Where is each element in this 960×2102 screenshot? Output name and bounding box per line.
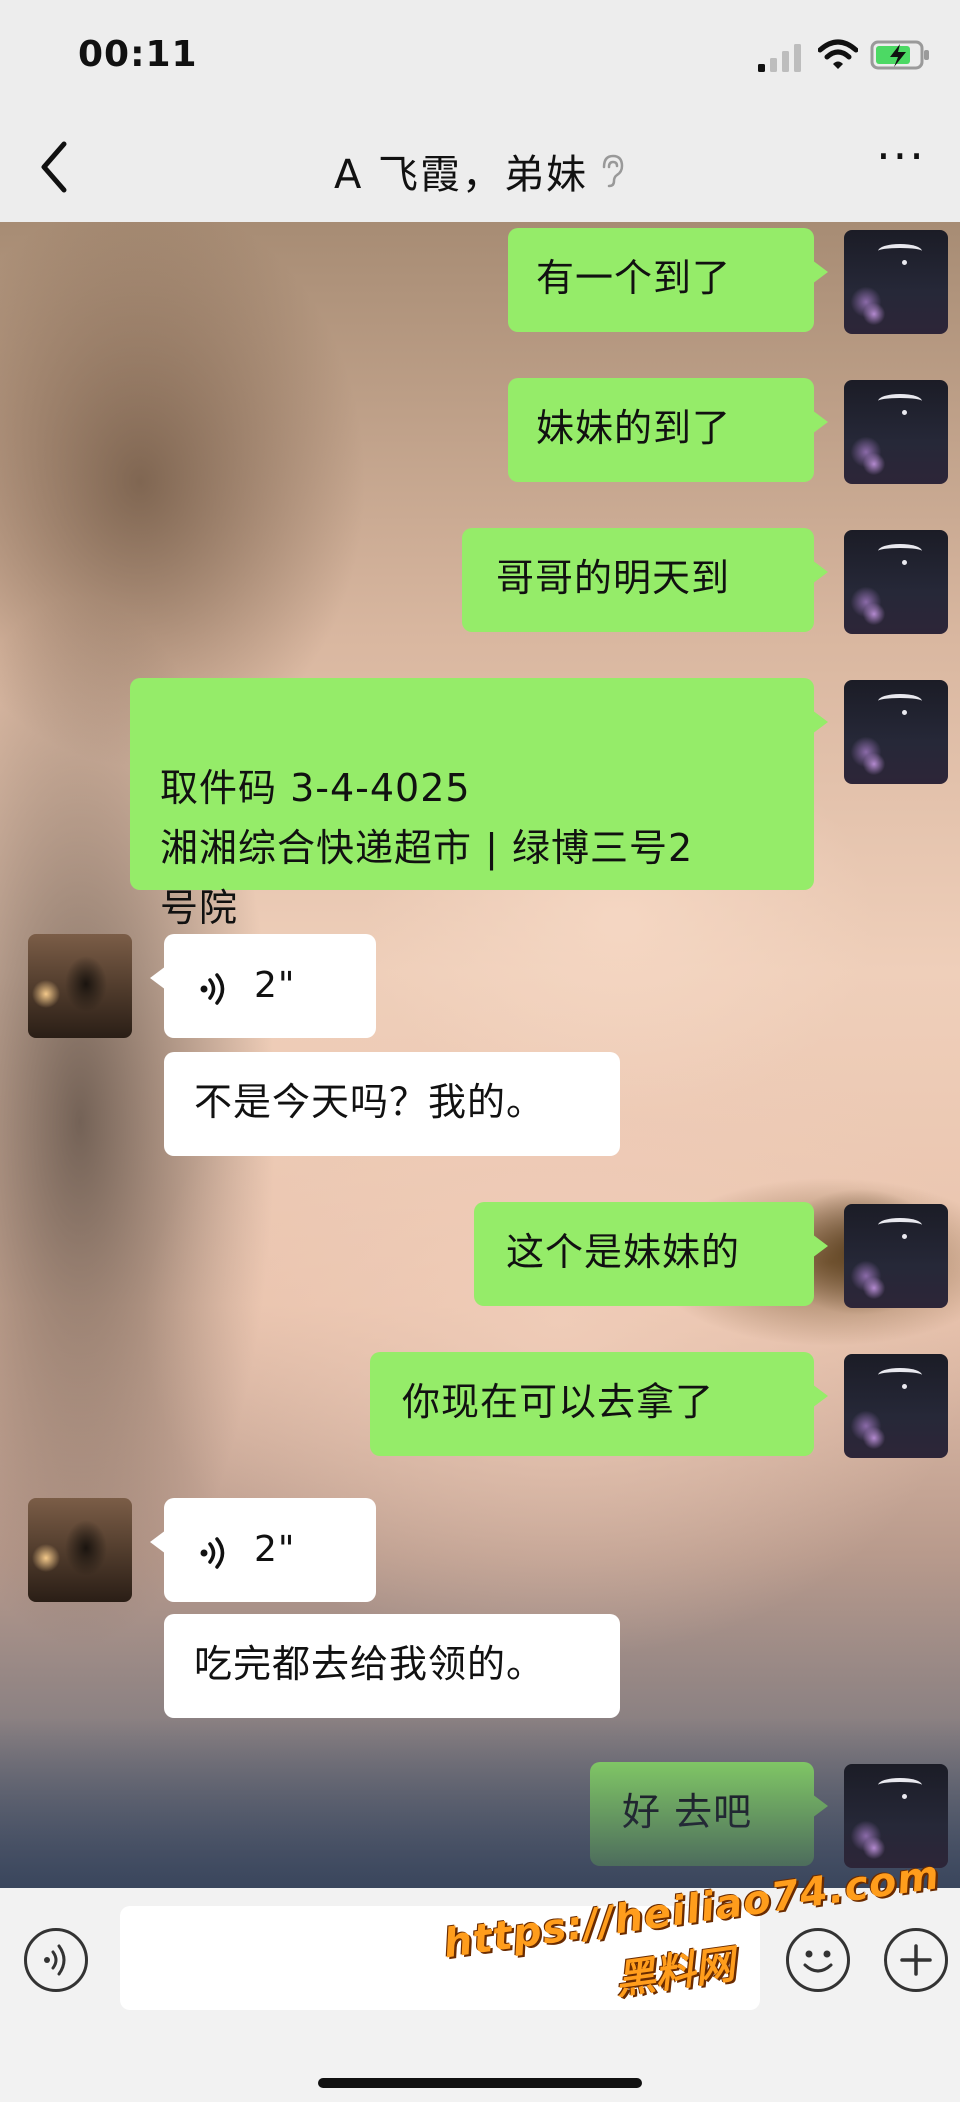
message-bubble-other[interactable]: 吃完都去给我领的。 — [164, 1614, 620, 1718]
message-text: 你现在可以去拿了 — [402, 1380, 715, 1424]
status-bar: 00:11 — [0, 0, 960, 110]
message-bubble-me[interactable]: 好 去吧 — [590, 1762, 828, 1866]
voice-input-icon[interactable] — [24, 1928, 88, 1992]
contact-avatar[interactable] — [28, 934, 132, 1038]
voice-wave-icon — [200, 973, 225, 1005]
chat-title: A 飞霞，弟妹 — [0, 142, 960, 200]
contact-avatar[interactable] — [28, 1498, 132, 1602]
message-text: 好 去吧 — [622, 1790, 753, 1834]
message-text: 这个是妹妹的 — [506, 1230, 741, 1274]
voice-message-bubble[interactable]: 2" — [150, 1498, 376, 1602]
my-avatar[interactable] — [844, 380, 948, 484]
home-indicator[interactable] — [318, 2078, 642, 2088]
message-text: 取件码 3-4-4025 湘湘综合快递超市 | 绿博三号2 号院 — [160, 766, 694, 930]
message-bubble-me[interactable]: 取件码 3-4-4025 湘湘综合快递超市 | 绿博三号2 号院 — [130, 678, 828, 930]
signal-icon — [758, 44, 801, 72]
chat-header: A 飞霞，弟妹 ··· — [0, 110, 960, 222]
message-text: 不是今天吗？我的。 — [194, 1080, 546, 1124]
ear-icon — [602, 154, 624, 188]
message-text: 妹妹的到了 — [536, 406, 732, 450]
wifi-icon — [818, 39, 858, 69]
chat-messages[interactable]: 有一个到了 妹妹的到了 哥哥的明天到 取件码 3-4-4025 湘湘综合快递超市… — [0, 222, 960, 1888]
voice-duration: 2" — [254, 965, 296, 1006]
voice-duration: 2" — [254, 1529, 296, 1570]
message-text: 有一个到了 — [536, 256, 732, 300]
my-avatar[interactable] — [844, 230, 948, 334]
message-text: 吃完都去给我领的。 — [194, 1642, 546, 1686]
status-time: 00:11 — [78, 34, 198, 75]
voice-wave-icon — [200, 1537, 225, 1569]
my-avatar[interactable] — [844, 1204, 948, 1308]
message-bubble-me[interactable]: 这个是妹妹的 — [474, 1202, 828, 1306]
message-text: 哥哥的明天到 — [496, 556, 731, 600]
message-bubble-me[interactable]: 哥哥的明天到 — [462, 528, 828, 632]
voice-message-bubble[interactable]: 2" — [150, 934, 376, 1038]
chat-title-text: A 飞霞，弟妹 — [333, 152, 589, 198]
my-avatar[interactable] — [844, 530, 948, 634]
message-bubble-me[interactable]: 你现在可以去拿了 — [370, 1352, 828, 1456]
message-bubble-other[interactable]: 不是今天吗？我的。 — [164, 1052, 620, 1156]
battery-charging-icon — [870, 40, 929, 70]
my-avatar[interactable] — [844, 1354, 948, 1458]
message-bubble-me[interactable]: 妹妹的到了 — [508, 378, 828, 482]
my-avatar[interactable] — [844, 680, 948, 784]
more-options-button[interactable]: ··· — [866, 133, 936, 186]
message-bubble-me[interactable]: 有一个到了 — [508, 228, 828, 332]
